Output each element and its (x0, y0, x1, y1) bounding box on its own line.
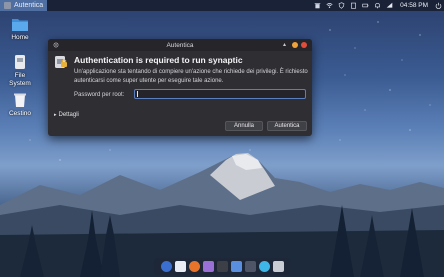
password-input[interactable] (134, 89, 306, 99)
clipboard-icon[interactable] (350, 2, 357, 9)
password-label: Password per root: (74, 92, 125, 98)
desktop-icon-file-system[interactable]: File System (2, 55, 38, 88)
dialog-headline: Authentication is required to run synapt… (74, 55, 243, 65)
cancel-button[interactable]: Annulla (225, 121, 263, 131)
desktop-icon-trash[interactable]: Cestino (2, 93, 38, 118)
desktop-icon-home[interactable]: Home (2, 17, 38, 42)
window-menu-icon[interactable] (53, 42, 59, 48)
authentication-lock-icon (55, 56, 67, 68)
top-panel: Autentica 04:58 PM (0, 0, 444, 11)
dialog-titlebar[interactable]: Autentica ▴ (48, 39, 312, 51)
browser-icon[interactable] (258, 261, 270, 272)
authentication-dialog: Autentica ▴ Authentication is required t… (48, 39, 312, 136)
details-expander[interactable]: ▸ Dettagli (54, 112, 79, 118)
battery-icon[interactable] (362, 2, 369, 9)
desktop-icon-label: Cestino (8, 110, 32, 117)
finder-icon[interactable] (160, 261, 172, 272)
drive-icon (15, 55, 25, 69)
software-icon[interactable] (188, 261, 200, 272)
dock (154, 258, 290, 275)
shield-icon[interactable] (338, 2, 345, 9)
synaptic-icon[interactable] (216, 261, 228, 272)
text-caret (137, 91, 138, 97)
photos-icon[interactable] (202, 261, 214, 272)
desktop-icon-label: Home (11, 34, 29, 41)
wifi-icon[interactable] (326, 2, 333, 9)
trash-icon (14, 93, 26, 107)
desktop-icon-label: File System (9, 72, 31, 88)
close-button[interactable] (301, 42, 307, 48)
folder-icon (12, 19, 28, 31)
installer-icon[interactable] (272, 261, 284, 272)
desktop-icon[interactable] (244, 261, 256, 272)
dialog-window-title: Autentica (166, 41, 194, 49)
network-icon[interactable] (386, 2, 393, 9)
trash-icon[interactable] (314, 2, 321, 9)
active-app-indicator[interactable]: Autentica (0, 0, 48, 11)
bell-icon[interactable] (374, 2, 381, 9)
app-icon (4, 2, 11, 9)
system-tray: 04:58 PM (314, 0, 442, 11)
dialog-description: Un'applicazione sta tentando di compiere… (74, 69, 308, 84)
expander-arrow-icon: ▸ (54, 112, 57, 118)
keep-above-icon[interactable]: ▴ (283, 42, 289, 48)
authenticate-button[interactable]: Autentica (267, 121, 307, 131)
terminal-icon[interactable] (230, 261, 242, 272)
minimize-button[interactable] (292, 42, 298, 48)
clock[interactable]: 04:58 PM (400, 2, 428, 9)
files-icon[interactable] (174, 261, 186, 272)
power-icon[interactable] (435, 2, 442, 9)
details-label: Dettagli (58, 112, 79, 118)
active-app-label: Autentica (14, 2, 44, 9)
